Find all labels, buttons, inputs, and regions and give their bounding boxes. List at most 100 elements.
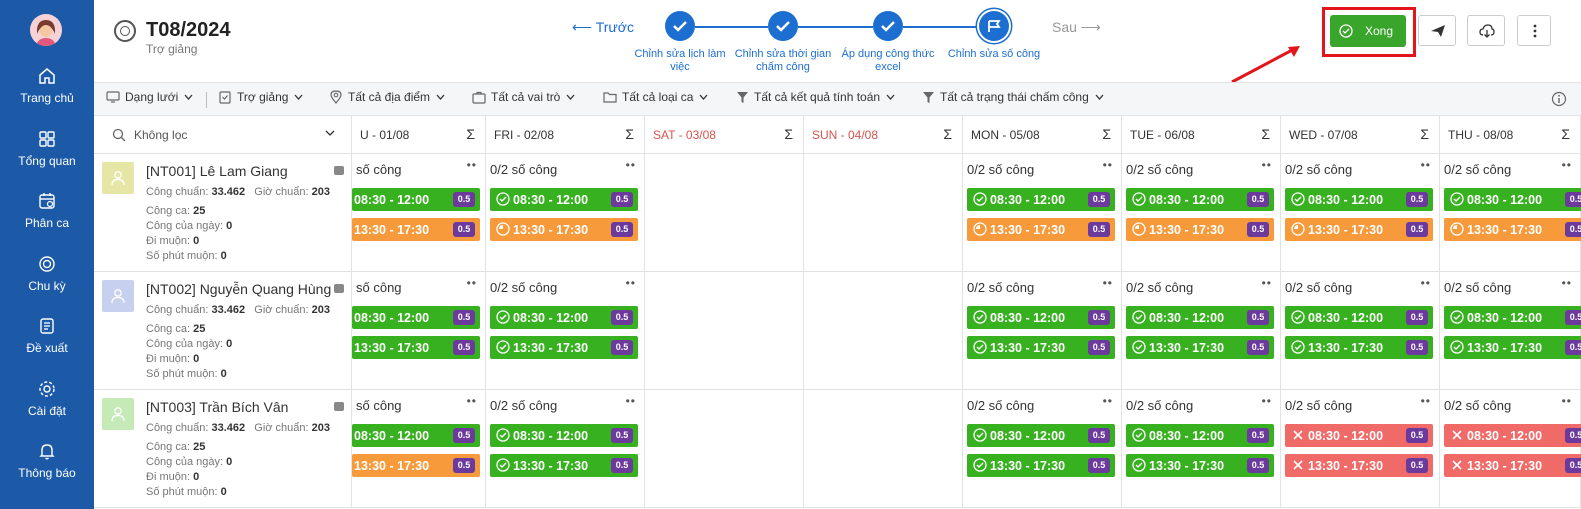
cell-options-icon[interactable]: •• bbox=[1103, 158, 1113, 172]
employee-menu-icon[interactable] bbox=[334, 284, 344, 293]
sum-icon[interactable]: Σ bbox=[466, 126, 475, 142]
cell-options-icon[interactable]: •• bbox=[467, 158, 477, 172]
schedule-cell[interactable]: 0/2 số công •• 08:30 - 12:00 0.5 13:30 - 17:… bbox=[963, 390, 1122, 508]
info-icon[interactable] bbox=[1551, 91, 1567, 107]
step-edit-work-count[interactable] bbox=[979, 11, 1009, 41]
schedule-cell[interactable] bbox=[804, 272, 963, 390]
schedule-cell[interactable]: số công •• 08:30 - 12:00 0.5 13:30 - 17:30 0.… bbox=[352, 154, 486, 272]
shift-block[interactable]: 13:30 - 17:30 0.5 bbox=[1126, 454, 1274, 477]
shift-block[interactable]: 13:30 - 17:30 0.5 bbox=[1285, 218, 1433, 241]
employee-row[interactable]: [NT003] Trần Bích Vân Công chuẩn: 33.462 … bbox=[94, 390, 352, 508]
shift-block[interactable]: 13:30 - 17:30 0.5 bbox=[1126, 336, 1274, 359]
schedule-cell[interactable]: 0/2 số công •• 08:30 - 12:00 0.5 13:30 - 17:… bbox=[1440, 390, 1581, 508]
shift-block[interactable]: 13:30 - 17:30 0.5 bbox=[352, 454, 480, 477]
shift-block[interactable]: 13:30 - 17:30 0.5 bbox=[967, 218, 1115, 241]
shift-block[interactable]: 13:30 - 17:30 0.5 bbox=[1285, 454, 1433, 477]
sidebar-item-proposals[interactable]: Đề xuất bbox=[0, 316, 94, 355]
schedule-cell[interactable]: 0/2 số công •• 08:30 - 12:00 0.5 13:30 - 17:… bbox=[1440, 272, 1581, 390]
schedule-cell[interactable] bbox=[645, 154, 804, 272]
day-header[interactable]: WED - 07/08 Σ bbox=[1281, 116, 1440, 154]
schedule-cell[interactable] bbox=[645, 390, 804, 508]
employee-row[interactable]: [NT002] Nguyễn Quang Hùng Công chuẩn: 33.… bbox=[94, 272, 352, 390]
shift-block[interactable]: 13:30 - 17:30 0.5 bbox=[1126, 218, 1274, 241]
employee-menu-icon[interactable] bbox=[334, 166, 344, 175]
day-header[interactable]: TUE - 06/08 Σ bbox=[1122, 116, 1281, 154]
cell-options-icon[interactable]: •• bbox=[1421, 276, 1431, 290]
search-input[interactable]: Không lọc bbox=[134, 128, 187, 142]
sum-icon[interactable]: Σ bbox=[625, 126, 634, 142]
shift-block[interactable]: 13:30 - 17:30 0.5 bbox=[967, 336, 1115, 359]
shift-block[interactable]: 13:30 - 17:30 0.5 bbox=[352, 336, 480, 359]
send-button[interactable] bbox=[1418, 15, 1456, 46]
shift-block[interactable]: 08:30 - 12:00 0.5 bbox=[1444, 424, 1581, 447]
step-edit-schedule[interactable] bbox=[665, 11, 695, 41]
day-header[interactable]: SAT - 03/08 Σ bbox=[645, 116, 804, 154]
shift-type-filter[interactable]: Tất cả loại ca bbox=[603, 90, 708, 104]
cell-options-icon[interactable]: •• bbox=[1103, 276, 1113, 290]
sidebar-item-settings[interactable]: Cài đặt bbox=[0, 379, 94, 418]
schedule-cell[interactable]: 0/2 số công •• 08:30 - 12:00 0.5 13:30 - 17:… bbox=[1281, 154, 1440, 272]
attendance-status-filter[interactable]: Tất cả trạng thái chấm công bbox=[922, 90, 1104, 104]
shift-block[interactable]: 08:30 - 12:00 0.5 bbox=[1285, 188, 1433, 211]
shift-block[interactable]: 08:30 - 12:00 0.5 bbox=[352, 424, 480, 447]
employee-name[interactable]: [NT003] Trần Bích Vân bbox=[146, 399, 288, 415]
shift-block[interactable]: 08:30 - 12:00 0.5 bbox=[490, 188, 638, 211]
cell-options-icon[interactable]: •• bbox=[1562, 276, 1572, 290]
cell-options-icon[interactable]: •• bbox=[1421, 394, 1431, 408]
sidebar-item-home[interactable]: Trang chủ bbox=[0, 66, 94, 105]
employee-name[interactable]: [NT001] Lê Lam Giang bbox=[146, 163, 288, 179]
sum-icon[interactable]: Σ bbox=[943, 126, 952, 142]
day-header[interactable]: FRI - 02/08 Σ bbox=[486, 116, 645, 154]
next-step-link[interactable]: Sau ⟶ bbox=[1052, 19, 1101, 36]
schedule-cell[interactable]: 0/2 số công •• 08:30 - 12:00 0.5 13:30 - 17:… bbox=[486, 390, 645, 508]
shift-block[interactable]: 08:30 - 12:00 0.5 bbox=[1126, 188, 1274, 211]
schedule-cell[interactable]: số công •• 08:30 - 12:00 0.5 13:30 - 17:30 0.… bbox=[352, 390, 486, 508]
shift-block[interactable]: 13:30 - 17:30 0.5 bbox=[490, 218, 638, 241]
schedule-cell[interactable]: 0/2 số công •• 08:30 - 12:00 0.5 13:30 - 17:… bbox=[963, 272, 1122, 390]
shift-block[interactable]: 08:30 - 12:00 0.5 bbox=[1285, 424, 1433, 447]
location-filter[interactable]: Tất cả địa điểm bbox=[329, 90, 445, 104]
sidebar-item-notifications[interactable]: Thông báo bbox=[0, 441, 94, 480]
schedule-cell[interactable]: 0/2 số công •• 08:30 - 12:00 0.5 13:30 - 17:… bbox=[1440, 154, 1581, 272]
shift-block[interactable]: 08:30 - 12:00 0.5 bbox=[352, 188, 480, 211]
schedule-cell[interactable]: 0/2 số công •• 08:30 - 12:00 0.5 13:30 - 17:… bbox=[486, 154, 645, 272]
cell-options-icon[interactable]: •• bbox=[467, 276, 477, 290]
day-header[interactable]: THU - 08/08 Σ bbox=[1440, 116, 1581, 154]
shift-block[interactable]: 13:30 - 17:30 0.5 bbox=[490, 336, 638, 359]
schedule-cell[interactable]: 0/2 số công •• 08:30 - 12:00 0.5 13:30 - 17:… bbox=[1122, 272, 1281, 390]
schedule-cell[interactable]: 0/2 số công •• 08:30 - 12:00 0.5 13:30 - 17:… bbox=[1281, 390, 1440, 508]
cell-options-icon[interactable]: •• bbox=[1262, 394, 1272, 408]
user-avatar[interactable] bbox=[30, 14, 62, 46]
schedule-cell[interactable] bbox=[804, 154, 963, 272]
sum-icon[interactable]: Σ bbox=[1102, 126, 1111, 142]
sum-icon[interactable]: Σ bbox=[1420, 126, 1429, 142]
cell-options-icon[interactable]: •• bbox=[1562, 158, 1572, 172]
shift-block[interactable]: 08:30 - 12:00 0.5 bbox=[1126, 424, 1274, 447]
schedule-cell[interactable]: 0/2 số công •• 08:30 - 12:00 0.5 13:30 - 17:… bbox=[1122, 154, 1281, 272]
cell-options-icon[interactable]: •• bbox=[1262, 158, 1272, 172]
sum-icon[interactable]: Σ bbox=[784, 126, 793, 142]
cell-options-icon[interactable]: •• bbox=[626, 276, 636, 290]
employee-row[interactable]: [NT001] Lê Lam Giang Công chuẩn: 33.462 G… bbox=[94, 154, 352, 272]
done-button[interactable]: Xong bbox=[1330, 15, 1406, 47]
cell-options-icon[interactable]: •• bbox=[1421, 158, 1431, 172]
shift-block[interactable]: 13:30 - 17:30 0.5 bbox=[1285, 336, 1433, 359]
shift-block[interactable]: 08:30 - 12:00 0.5 bbox=[1126, 306, 1274, 329]
shift-block[interactable]: 08:30 - 12:00 0.5 bbox=[1285, 306, 1433, 329]
view-mode-filter[interactable]: Dạng lưới bbox=[106, 90, 193, 104]
sidebar-item-overview[interactable]: Tổng quan bbox=[0, 129, 94, 168]
roles-filter[interactable]: Tất cả vai trò bbox=[472, 90, 575, 104]
schedule-cell[interactable] bbox=[645, 272, 804, 390]
sidebar-item-shifts[interactable]: Phân ca bbox=[0, 191, 94, 230]
step-apply-excel[interactable] bbox=[873, 11, 903, 41]
shift-block[interactable]: 13:30 - 17:30 0.5 bbox=[1444, 454, 1581, 477]
employee-menu-icon[interactable] bbox=[334, 402, 344, 411]
shift-block[interactable]: 08:30 - 12:00 0.5 bbox=[967, 424, 1115, 447]
cell-options-icon[interactable]: •• bbox=[626, 394, 636, 408]
shift-block[interactable]: 13:30 - 17:30 0.5 bbox=[490, 454, 638, 477]
prev-step-link[interactable]: ⟵ Trước bbox=[572, 19, 634, 36]
schedule-cell[interactable]: 0/2 số công •• 08:30 - 12:00 0.5 13:30 - 17:… bbox=[486, 272, 645, 390]
cell-options-icon[interactable]: •• bbox=[1262, 276, 1272, 290]
schedule-cell[interactable]: 0/2 số công •• 08:30 - 12:00 0.5 13:30 - 17:… bbox=[1122, 390, 1281, 508]
cell-options-icon[interactable]: •• bbox=[467, 394, 477, 408]
